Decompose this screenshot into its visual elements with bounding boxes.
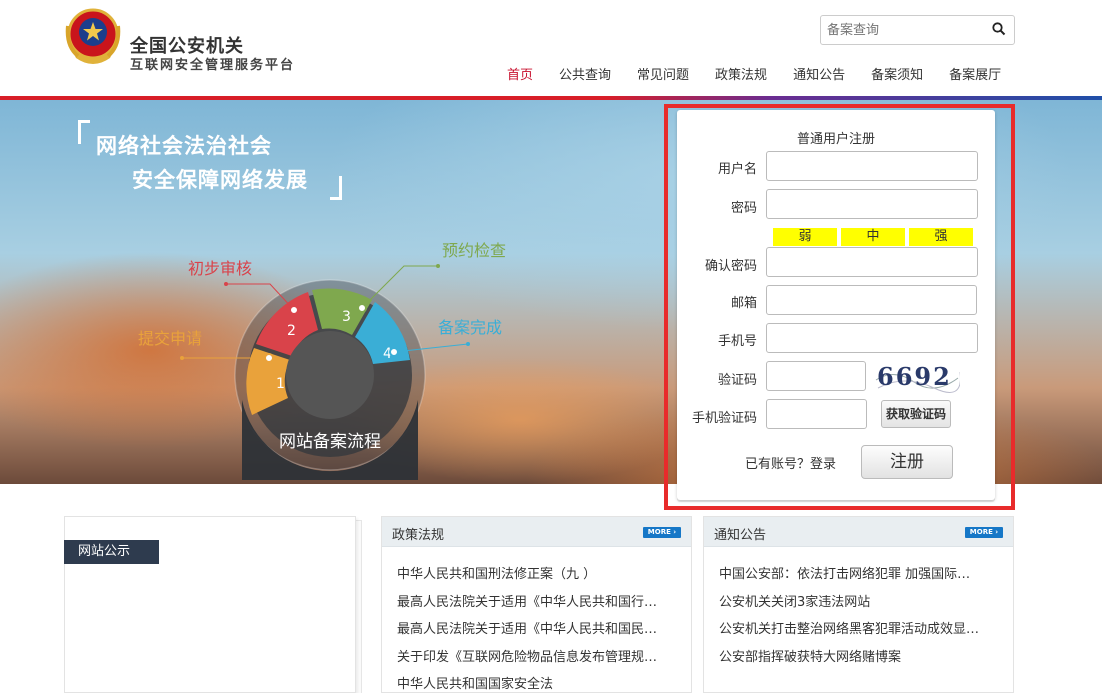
policy-panel: 政策法规 MORE › 中华人民共和国刑法修正案（九 ） 最高人民法院关于适用《… bbox=[381, 516, 692, 693]
step-1-num: 1 bbox=[276, 376, 285, 392]
policy-title: 政策法规 bbox=[392, 528, 445, 543]
list-item[interactable]: 最高人民法院关于适用《中华人民共和国行… bbox=[397, 589, 682, 617]
quote-bracket-right bbox=[330, 176, 342, 200]
police-emblem-icon bbox=[65, 8, 121, 64]
platform-name: 互联网安全管理服务平台 bbox=[130, 58, 296, 73]
nav-faq[interactable]: 常见问题 bbox=[637, 64, 689, 83]
search-input[interactable] bbox=[827, 20, 987, 40]
list-item[interactable]: 关于印发《互联网危险物品信息发布管理规… bbox=[397, 644, 682, 672]
policy-header: 政策法规 MORE › bbox=[382, 517, 691, 547]
step-1-label: 提交申请 bbox=[138, 329, 202, 348]
policy-list: 中华人民共和国刑法修正案（九 ） 最高人民法院关于适用《中华人民共和国行… 最高… bbox=[382, 547, 691, 693]
list-item[interactable]: 公安部指挥破获特大网络赌博案 bbox=[719, 644, 1004, 672]
list-item[interactable]: 公安机关打击整治网络黑客犯罪活动成效显… bbox=[719, 616, 1004, 644]
announcements-more-label: MORE bbox=[969, 528, 993, 536]
nav-policy[interactable]: 政策法规 bbox=[715, 64, 767, 83]
list-item[interactable]: 中华人民共和国国家安全法 bbox=[397, 671, 682, 693]
nav-home[interactable]: 首页 bbox=[507, 64, 533, 83]
site-header: 全国公安机关 互联网安全管理服务平台 首页 公共查询 常见问题 政策法规 通知公… bbox=[0, 0, 1102, 96]
announcements-more-button[interactable]: MORE › bbox=[965, 527, 1003, 538]
announcements-list: 中国公安部：依法打击网络犯罪 加强国际… 公安机关关闭3家违法网站 公安机关打击… bbox=[704, 547, 1013, 671]
filing-flow-diagram: 1 2 3 4 网站备案流程 提交申请 初步审核 预约检查 备案完成 bbox=[138, 241, 506, 480]
highlight-outline bbox=[664, 104, 1015, 510]
list-item[interactable]: 中华人民共和国刑法修正案（九 ） bbox=[397, 561, 682, 589]
nav-filing-notes[interactable]: 备案须知 bbox=[871, 64, 923, 83]
main-nav: 首页 公共查询 常见问题 政策法规 通知公告 备案须知 备案展厅 bbox=[494, 64, 1014, 83]
slogan-line1: 网络社会法治社会 bbox=[96, 134, 272, 158]
slogan-line2: 安全保障网络发展 bbox=[132, 168, 308, 192]
nav-public-query[interactable]: 公共查询 bbox=[559, 64, 611, 83]
list-item[interactable]: 公安机关关闭3家违法网站 bbox=[719, 589, 1004, 617]
nav-announcements[interactable]: 通知公告 bbox=[793, 64, 845, 83]
step-2-label: 初步审核 bbox=[188, 259, 252, 278]
policy-more-button[interactable]: MORE › bbox=[643, 527, 681, 538]
step-3-label: 预约检查 bbox=[442, 241, 506, 260]
flow-center-label: 网站备案流程 bbox=[279, 432, 381, 452]
step-2-num: 2 bbox=[287, 323, 296, 339]
announcements-panel: 通知公告 MORE › 中国公安部：依法打击网络犯罪 加强国际… 公安机关关闭3… bbox=[703, 516, 1014, 693]
policy-more-label: MORE bbox=[647, 528, 671, 536]
step-3-num: 3 bbox=[342, 309, 351, 325]
quote-bracket-left bbox=[78, 120, 90, 144]
list-item[interactable]: 中国公安部：依法打击网络犯罪 加强国际… bbox=[719, 561, 1004, 589]
announcements-header: 通知公告 MORE › bbox=[704, 517, 1013, 547]
search-box bbox=[820, 15, 1015, 45]
step-4-label: 备案完成 bbox=[438, 318, 502, 337]
notice-tag: 网站公示 bbox=[64, 540, 159, 564]
list-item[interactable]: 最高人民法院关于适用《中华人民共和国民… bbox=[397, 616, 682, 644]
nav-filing-gallery[interactable]: 备案展厅 bbox=[949, 64, 1001, 83]
announcements-title: 通知公告 bbox=[714, 528, 767, 543]
search-icon[interactable] bbox=[992, 22, 1006, 36]
